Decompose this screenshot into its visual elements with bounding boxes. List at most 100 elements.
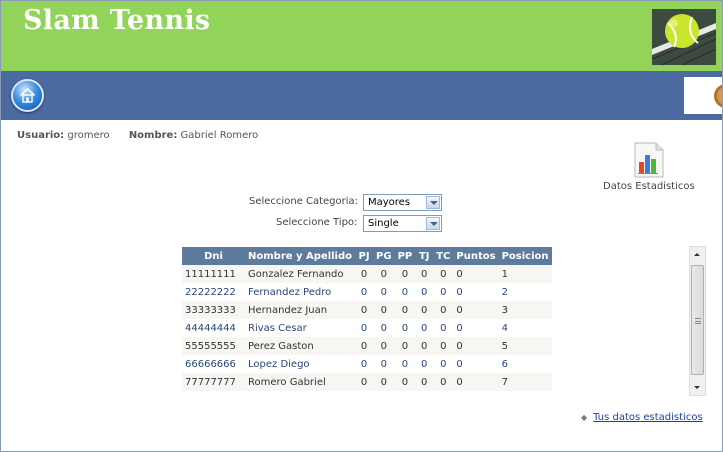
cell-pj: 0 xyxy=(355,319,374,337)
cell-dni: 44444444 xyxy=(182,319,245,337)
column-header-nombre: Nombre y Apellido xyxy=(245,247,356,265)
cell-posicion: 7 xyxy=(498,373,552,391)
cell-puntos: 0 xyxy=(453,337,499,355)
cell-posicion: 4 xyxy=(498,319,552,337)
cell-nombre: Perez Gaston xyxy=(245,337,356,355)
tus-datos-estadisticos-link[interactable]: Tus datos estadisticos xyxy=(593,412,703,423)
tipo-label: Seleccione Tipo: xyxy=(276,217,358,228)
nombre-value: Gabriel Romero xyxy=(180,130,259,141)
cell-nombre: Lopez Diego xyxy=(245,355,356,373)
cell-posicion: 3 xyxy=(498,301,552,319)
cell-pj: 0 xyxy=(355,355,374,373)
chevron-down-icon[interactable] xyxy=(426,196,440,209)
chevron-down-icon[interactable] xyxy=(426,217,440,230)
table-header-row: Dni Nombre y Apellido PJ PG PP TJ TC Pun… xyxy=(182,247,552,265)
cell-dni: 22222222 xyxy=(182,283,245,301)
cell-posicion: 6 xyxy=(498,355,552,373)
column-header-tc: TC xyxy=(433,247,454,265)
cell-tj: 0 xyxy=(415,373,434,391)
cell-nombre: Hernandez Juan xyxy=(245,301,356,319)
cell-posicion: 2 xyxy=(498,283,552,301)
cell-pj: 0 xyxy=(355,373,374,391)
ranking-table-container: Dni Nombre y Apellido PJ PG PP TJ TC Pun… xyxy=(182,247,552,391)
cell-tj: 0 xyxy=(415,319,434,337)
cell-tc: 0 xyxy=(433,283,454,301)
cell-tj: 0 xyxy=(415,337,434,355)
column-header-puntos: Puntos xyxy=(453,247,499,265)
cell-tj: 0 xyxy=(415,301,434,319)
cell-dni: 55555555 xyxy=(182,337,245,355)
categoria-label: Seleccione Categoria: xyxy=(249,196,359,207)
column-header-pg: PG xyxy=(373,247,395,265)
cell-puntos: 0 xyxy=(453,265,499,283)
categoria-select-value: Mayores xyxy=(368,197,411,208)
cell-dni: 77777777 xyxy=(182,373,245,391)
cell-pg: 0 xyxy=(373,319,395,337)
table-row: 77777777 Romero Gabriel 0 0 0 0 0 0 7 xyxy=(182,373,552,391)
cell-posicion: 1 xyxy=(498,265,552,283)
tipo-select[interactable]: Single xyxy=(363,215,442,232)
column-header-posicion: Posicion xyxy=(498,247,552,265)
table-row: 33333333 Hernandez Juan 0 0 0 0 0 0 3 xyxy=(182,301,552,319)
cell-tc: 0 xyxy=(433,337,454,355)
ranking-table: Dni Nombre y Apellido PJ PG PP TJ TC Pun… xyxy=(182,247,552,391)
cell-pg: 0 xyxy=(373,265,395,283)
usuario-value: gromero xyxy=(67,130,110,141)
categoria-select[interactable]: Mayores xyxy=(363,194,442,211)
cell-pp: 0 xyxy=(394,265,416,283)
tennis-ball-image xyxy=(652,9,716,65)
cell-pj: 0 xyxy=(355,337,374,355)
footer-link-row: ◆ Tus datos estadisticos xyxy=(581,412,703,423)
stats-caption[interactable]: Datos Estadisticos xyxy=(603,181,695,192)
cell-pp: 0 xyxy=(394,319,416,337)
table-row: 66666666 Lopez Diego 0 0 0 0 0 0 6 xyxy=(182,355,552,373)
cell-nombre: Romero Gabriel xyxy=(245,373,356,391)
cell-pg: 0 xyxy=(373,373,395,391)
table-row: 22222222 Fernandez Pedro 0 0 0 0 0 0 2 xyxy=(182,283,552,301)
scroll-down-icon[interactable] xyxy=(690,380,705,395)
cell-puntos: 0 xyxy=(453,355,499,373)
cell-tc: 0 xyxy=(433,355,454,373)
nombre-label: Nombre: xyxy=(128,130,178,141)
scroll-up-icon[interactable] xyxy=(690,247,705,262)
cell-pg: 0 xyxy=(373,337,395,355)
cell-tc: 0 xyxy=(433,373,454,391)
cell-posicion: 5 xyxy=(498,337,552,355)
cell-nombre: Rivas Cesar xyxy=(245,319,356,337)
cell-puntos: 0 xyxy=(453,283,499,301)
usuario-label: Usuario: xyxy=(17,130,65,141)
table-row: 55555555 Perez Gaston 0 0 0 0 0 0 5 xyxy=(182,337,552,355)
cell-pp: 0 xyxy=(394,337,416,355)
cell-tj: 0 xyxy=(415,355,434,373)
scrollbar-thumb[interactable] xyxy=(691,265,704,375)
bullet-icon: ◆ xyxy=(581,413,588,422)
column-header-pp: PP xyxy=(394,247,416,265)
cell-tj: 0 xyxy=(415,265,434,283)
cell-pg: 0 xyxy=(373,301,395,319)
cell-tc: 0 xyxy=(433,265,454,283)
column-header-tj: TJ xyxy=(415,247,434,265)
tennis-image-partial xyxy=(684,77,722,114)
nav-bar xyxy=(1,71,722,120)
cell-puntos: 0 xyxy=(453,319,499,337)
cell-pp: 0 xyxy=(394,373,416,391)
cell-puntos: 0 xyxy=(453,301,499,319)
cell-puntos: 0 xyxy=(453,373,499,391)
tipo-select-value: Single xyxy=(368,218,399,229)
column-header-dni: Dni xyxy=(182,247,245,265)
bar-chart-document-icon[interactable] xyxy=(632,142,666,178)
user-info: Usuario: gromero Nombre: Gabriel Romero xyxy=(17,130,258,141)
site-header: Slam Tennis xyxy=(1,1,722,71)
table-scrollbar[interactable] xyxy=(689,246,706,396)
table-row: 11111111 Gonzalez Fernando 0 0 0 0 0 0 1 xyxy=(182,265,552,283)
home-icon[interactable] xyxy=(11,79,44,112)
cell-pp: 0 xyxy=(394,301,416,319)
cell-dni: 66666666 xyxy=(182,355,245,373)
cell-nombre: Gonzalez Fernando xyxy=(245,265,356,283)
cell-pj: 0 xyxy=(355,283,374,301)
site-title: Slam Tennis xyxy=(23,5,211,36)
cell-pp: 0 xyxy=(394,283,416,301)
cell-tj: 0 xyxy=(415,283,434,301)
cell-dni: 11111111 xyxy=(182,265,245,283)
cell-pj: 0 xyxy=(355,265,374,283)
